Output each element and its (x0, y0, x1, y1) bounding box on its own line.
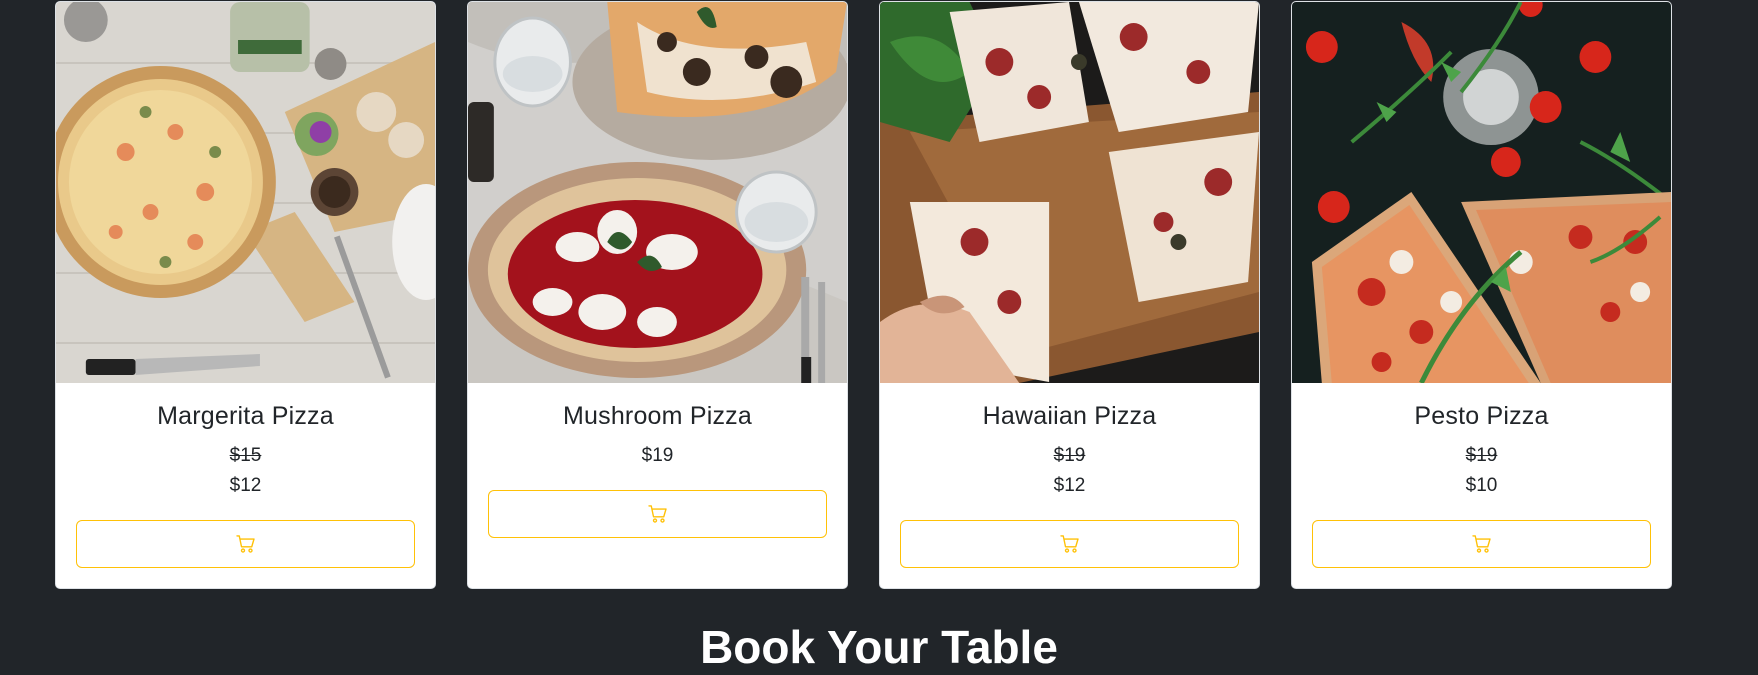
pizza-photo-pesto (1292, 2, 1671, 383)
product-card-grid: Margerita Pizza $15 $12 Mushroom Pizza $… (55, 1, 1675, 589)
sale-price: $10 (1465, 474, 1498, 496)
product-card-margerita: Margerita Pizza $15 $12 (55, 1, 436, 589)
section-heading: Book Your Table (700, 621, 1058, 673)
product-card-pesto: Pesto Pizza $19 $10 (1291, 1, 1672, 589)
add-to-cart-button[interactable] (76, 519, 415, 568)
product-title: Pesto Pizza (1414, 402, 1549, 430)
cart-icon (1059, 534, 1080, 554)
original-price: $19 (1053, 445, 1086, 466)
card-body: Mushroom Pizza $19 (468, 383, 847, 558)
pizza-photo-margerita (56, 2, 435, 383)
sale-price: $12 (1053, 474, 1086, 496)
product-title: Hawaiian Pizza (982, 402, 1157, 430)
product-card-mushroom: Mushroom Pizza $19 (467, 1, 848, 589)
pizza-photo-mushroom (468, 2, 847, 383)
add-to-cart-button[interactable] (900, 519, 1239, 568)
product-card-hawaiian: Hawaiian Pizza $19 $12 (879, 1, 1260, 589)
original-price: $19 (1465, 445, 1498, 466)
add-to-cart-button[interactable] (488, 489, 827, 538)
cart-icon (647, 504, 668, 524)
pizza-photo-hawaiian (880, 2, 1259, 383)
product-title: Margerita Pizza (157, 402, 334, 430)
card-body: Pesto Pizza $19 $10 (1292, 383, 1671, 588)
price: $19 (641, 445, 674, 466)
product-title: Mushroom Pizza (563, 402, 752, 430)
card-body: Hawaiian Pizza $19 $12 (880, 383, 1259, 588)
add-to-cart-button[interactable] (1312, 519, 1651, 568)
original-price: $15 (229, 445, 262, 466)
cart-icon (1471, 534, 1492, 554)
cart-icon (235, 534, 256, 554)
card-body: Margerita Pizza $15 $12 (56, 383, 435, 588)
sale-price: $12 (229, 474, 262, 496)
